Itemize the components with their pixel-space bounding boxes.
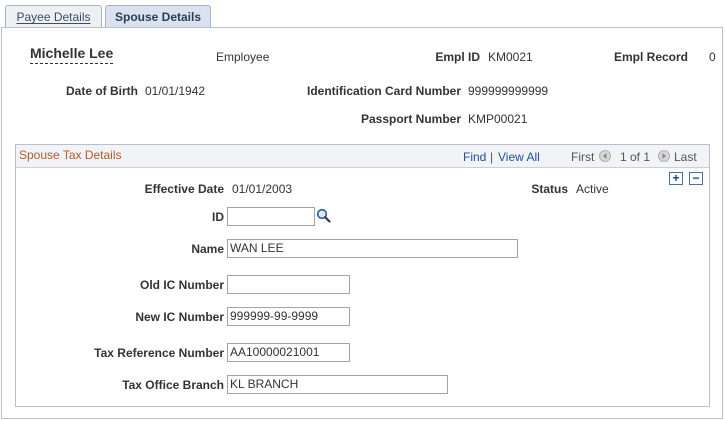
dob-value: 01/01/1942 — [145, 84, 206, 98]
status-label: Status — [531, 182, 568, 196]
magnifier-icon[interactable] — [316, 208, 331, 223]
tab-payee-details-label: Payee Details — [16, 10, 91, 24]
name-label: Name — [191, 242, 224, 256]
pager-text: 1 of 1 — [620, 150, 651, 164]
effective-date-value: 01/01/2003 — [232, 182, 293, 196]
passport-label: Passport Number — [360, 112, 461, 126]
tax-reference-input[interactable]: AA10000021001 — [227, 343, 350, 362]
passport-value: KMP00021 — [468, 112, 528, 126]
old-ic-label: Old IC Number — [139, 278, 224, 292]
find-link[interactable]: Find — [463, 150, 486, 164]
status-value: Active — [576, 182, 609, 196]
new-ic-label: New IC Number — [135, 310, 224, 324]
tax-office-input[interactable]: KL BRANCH — [227, 375, 448, 394]
empl-id-value: KM0021 — [488, 50, 533, 64]
id-card-label: Identification Card Number — [306, 84, 461, 98]
left-arrow-icon[interactable] — [599, 150, 611, 162]
last-link[interactable]: Last — [674, 150, 697, 164]
separator: | — [490, 150, 494, 164]
tab-spouse-details-label: Spouse Details — [114, 10, 202, 24]
tab-spouse-details[interactable]: Spouse Details — [105, 5, 211, 28]
add-row-button[interactable]: + — [669, 172, 683, 185]
new-ic-input[interactable]: 999999-99-9999 — [227, 307, 350, 326]
old-ic-input[interactable] — [227, 275, 350, 294]
tab-payee-details[interactable]: Payee Details — [5, 5, 102, 27]
employee-name[interactable]: Michelle Lee — [30, 45, 114, 64]
id-card-value: 999999999999 — [468, 84, 549, 98]
dob-label: Date of Birth — [66, 84, 138, 98]
tax-reference-label: Tax Reference Number — [94, 346, 224, 360]
remove-row-button[interactable]: − — [689, 172, 703, 185]
group-title: Spouse Tax Details — [19, 148, 122, 162]
id-input[interactable] — [227, 207, 315, 226]
right-arrow-icon[interactable] — [658, 150, 670, 162]
id-label: ID — [212, 210, 224, 224]
tax-office-label: Tax Office Branch — [122, 378, 224, 392]
name-input[interactable]: WAN LEE — [227, 239, 518, 258]
first-link[interactable]: First — [571, 150, 594, 164]
empl-record-value: 0 — [709, 50, 716, 64]
effective-date-label: Effective Date — [144, 182, 224, 196]
view-all-link[interactable]: View All — [498, 150, 540, 164]
empl-id-label: Empl ID — [435, 50, 480, 64]
group-header: Spouse Tax Details Find | View All First… — [16, 145, 709, 168]
employee-role: Employee — [216, 50, 270, 64]
empl-record-label: Empl Record — [613, 50, 688, 64]
